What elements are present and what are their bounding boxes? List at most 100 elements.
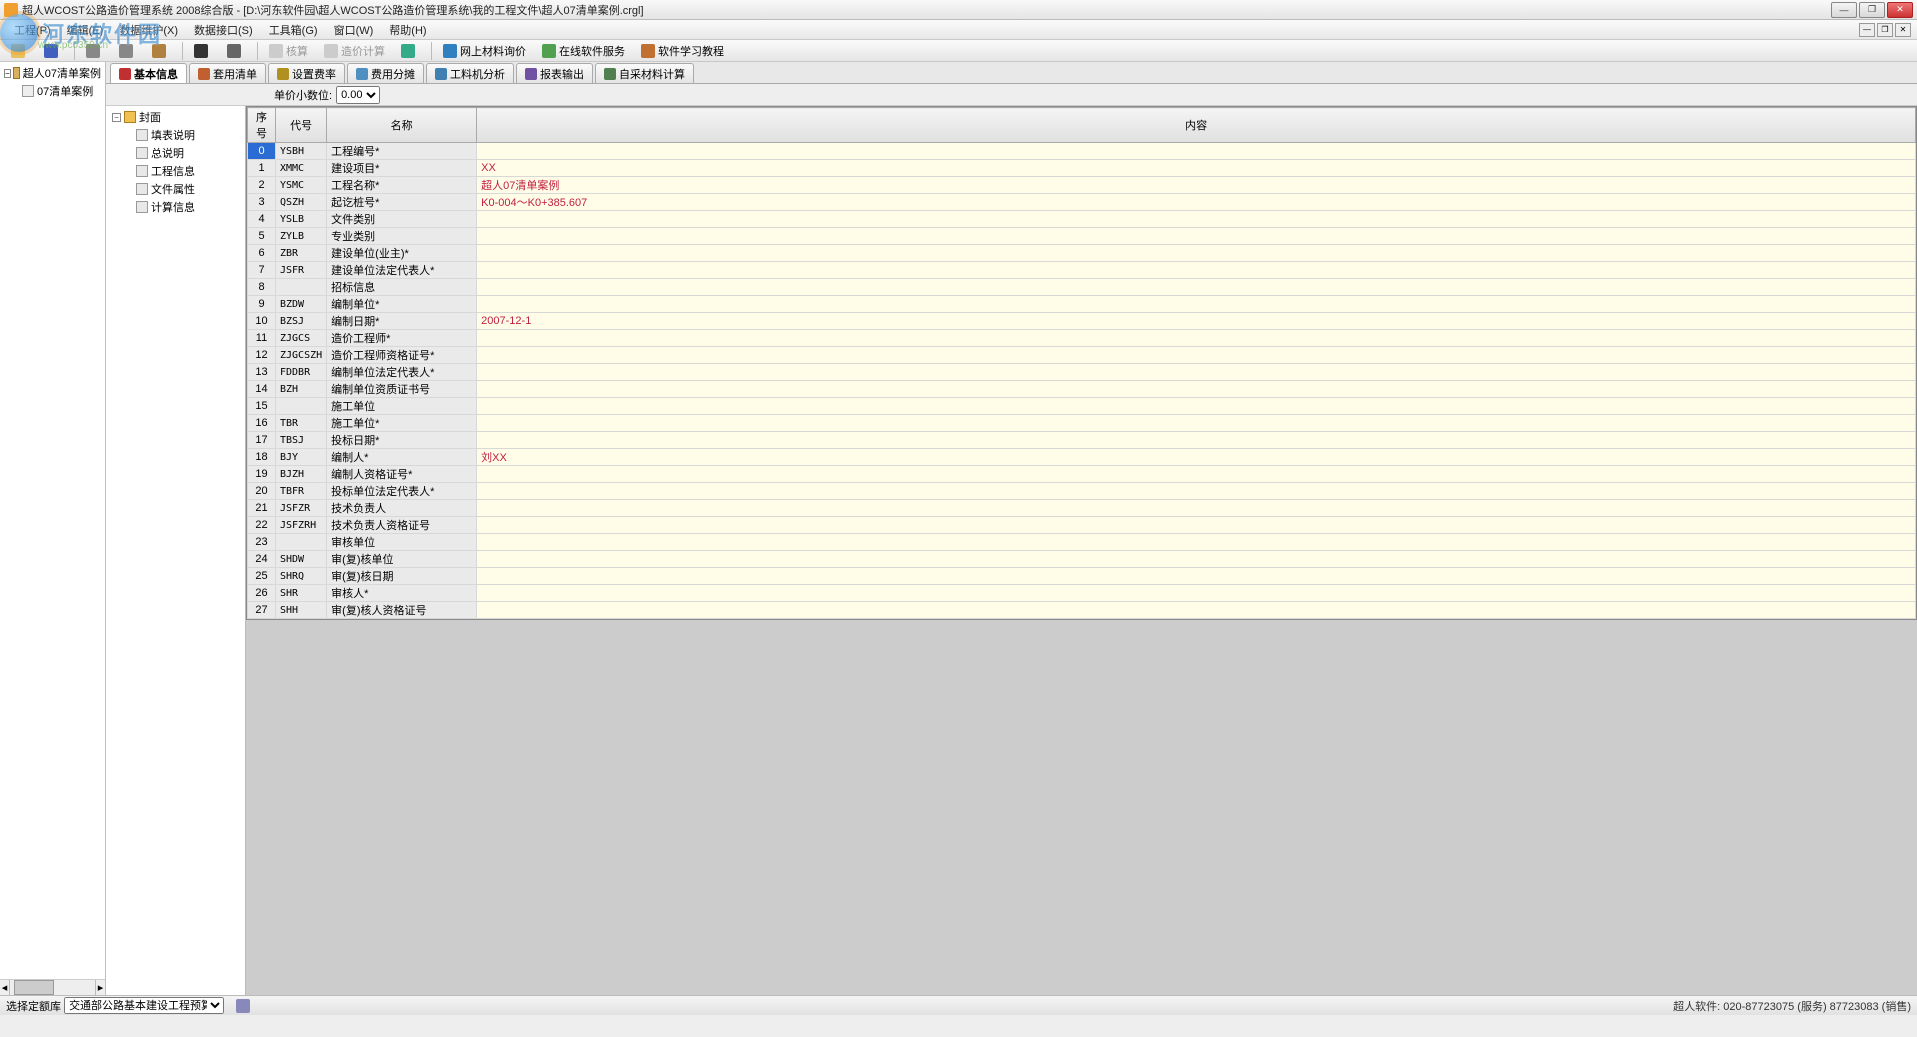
- cell-name[interactable]: 投标日期*: [327, 432, 477, 449]
- table-row[interactable]: 19BJZH编制人资格证号*: [248, 466, 1916, 483]
- cell-content[interactable]: [477, 228, 1916, 245]
- col-seq[interactable]: 序号: [248, 108, 276, 143]
- cell-name[interactable]: 工程编号*: [327, 143, 477, 160]
- cell-content[interactable]: [477, 398, 1916, 415]
- cell-content[interactable]: [477, 143, 1916, 160]
- cell-code[interactable]: BZSJ: [276, 313, 327, 330]
- cell-content[interactable]: [477, 347, 1916, 364]
- cell-name[interactable]: 专业类别: [327, 228, 477, 245]
- table-row[interactable]: 1XMMC建设项目*XX: [248, 160, 1916, 177]
- cell-content[interactable]: [477, 364, 1916, 381]
- cell-content[interactable]: XX: [477, 160, 1916, 177]
- cell-content[interactable]: [477, 415, 1916, 432]
- cell-content[interactable]: [477, 585, 1916, 602]
- table-row[interactable]: 15施工单位: [248, 398, 1916, 415]
- cell-seq[interactable]: 27: [248, 602, 276, 619]
- menu-help[interactable]: 帮助(H): [381, 20, 434, 40]
- cell-name[interactable]: 建设单位(业主)*: [327, 245, 477, 262]
- cell-seq[interactable]: 15: [248, 398, 276, 415]
- cell-code[interactable]: BZH: [276, 381, 327, 398]
- table-row[interactable]: 13FDDBR编制单位法定代表人*: [248, 364, 1916, 381]
- cell-name[interactable]: 造价工程师资格证号*: [327, 347, 477, 364]
- cell-seq[interactable]: 3: [248, 194, 276, 211]
- tb-cut-button[interactable]: [79, 41, 110, 61]
- tb-web-price-button[interactable]: 网上材料询价: [436, 40, 533, 62]
- cell-name[interactable]: 施工单位*: [327, 415, 477, 432]
- tb-tutorial-button[interactable]: 软件学习教程: [634, 40, 731, 62]
- table-row[interactable]: 23审核单位: [248, 534, 1916, 551]
- cell-seq[interactable]: 7: [248, 262, 276, 279]
- cell-content[interactable]: 超人07清单案例: [477, 177, 1916, 194]
- cell-name[interactable]: 编制人*: [327, 449, 477, 466]
- col-name[interactable]: 名称: [327, 108, 477, 143]
- table-row[interactable]: 0YSBH工程编号*: [248, 143, 1916, 160]
- cell-seq[interactable]: 5: [248, 228, 276, 245]
- menu-window[interactable]: 窗口(W): [326, 20, 382, 40]
- cell-name[interactable]: 编制单位资质证书号: [327, 381, 477, 398]
- table-row[interactable]: 10BZSJ编制日期*2007-12-1: [248, 313, 1916, 330]
- table-row[interactable]: 9BZDW编制单位*: [248, 296, 1916, 313]
- cell-seq[interactable]: 4: [248, 211, 276, 228]
- cell-seq[interactable]: 20: [248, 483, 276, 500]
- cell-content[interactable]: [477, 500, 1916, 517]
- cell-name[interactable]: 工程名称*: [327, 177, 477, 194]
- cell-code[interactable]: QSZH: [276, 194, 327, 211]
- cell-name[interactable]: 文件类别: [327, 211, 477, 228]
- tb-print-button[interactable]: [220, 41, 251, 61]
- tab-self-material[interactable]: 自采材料计算: [595, 63, 694, 83]
- cell-seq[interactable]: 25: [248, 568, 276, 585]
- cell-content[interactable]: 2007-12-1: [477, 313, 1916, 330]
- cell-code[interactable]: BZDW: [276, 296, 327, 313]
- cell-content[interactable]: [477, 296, 1916, 313]
- cell-code[interactable]: YSLB: [276, 211, 327, 228]
- cell-name[interactable]: 编制人资格证号*: [327, 466, 477, 483]
- scroll-left-icon[interactable]: ◂: [0, 980, 10, 995]
- cell-seq[interactable]: 12: [248, 347, 276, 364]
- cell-code[interactable]: TBFR: [276, 483, 327, 500]
- data-grid[interactable]: 序号 代号 名称 内容 0YSBH工程编号*1XMMC建设项目*XX2YSMC工…: [246, 106, 1917, 620]
- cell-code[interactable]: YSMC: [276, 177, 327, 194]
- table-row[interactable]: 22JSFZRH技术负责人资格证号: [248, 517, 1916, 534]
- cell-code[interactable]: JSFZR: [276, 500, 327, 517]
- cell-code[interactable]: ZJGCS: [276, 330, 327, 347]
- table-row[interactable]: 5ZYLB专业类别: [248, 228, 1916, 245]
- cell-content[interactable]: [477, 330, 1916, 347]
- menu-toolbox[interactable]: 工具箱(G): [261, 20, 326, 40]
- cell-seq[interactable]: 24: [248, 551, 276, 568]
- tree-child-doc[interactable]: 07清单案例: [2, 82, 103, 100]
- left-scrollbar[interactable]: ◂ ▸: [0, 979, 105, 995]
- cell-code[interactable]: YSBH: [276, 143, 327, 160]
- cell-code[interactable]: [276, 279, 327, 296]
- col-code[interactable]: 代号: [276, 108, 327, 143]
- cell-seq[interactable]: 19: [248, 466, 276, 483]
- cell-content[interactable]: [477, 245, 1916, 262]
- table-row[interactable]: 14BZH编制单位资质证书号: [248, 381, 1916, 398]
- cell-code[interactable]: [276, 534, 327, 551]
- mdi-minimize-button[interactable]: —: [1859, 23, 1875, 37]
- cell-seq[interactable]: 6: [248, 245, 276, 262]
- cell-seq[interactable]: 0: [248, 143, 276, 160]
- cell-name[interactable]: 建设项目*: [327, 160, 477, 177]
- tab-cost-share[interactable]: 费用分摊: [347, 63, 424, 83]
- cell-name[interactable]: 起讫桩号*: [327, 194, 477, 211]
- tb-refresh-button[interactable]: [394, 41, 425, 61]
- cell-seq[interactable]: 22: [248, 517, 276, 534]
- decimal-select[interactable]: 0.00: [336, 86, 380, 104]
- cell-content[interactable]: [477, 381, 1916, 398]
- cell-name[interactable]: 审(复)核日期: [327, 568, 477, 585]
- cover-root[interactable]: −封面: [108, 108, 243, 126]
- cover-item-summary[interactable]: 总说明: [108, 144, 243, 162]
- cover-item-calc-info[interactable]: 计算信息: [108, 198, 243, 216]
- status-icon[interactable]: [236, 999, 250, 1013]
- table-row[interactable]: 12ZJGCSZH造价工程师资格证号*: [248, 347, 1916, 364]
- cell-content[interactable]: [477, 262, 1916, 279]
- cell-seq[interactable]: 13: [248, 364, 276, 381]
- cell-content[interactable]: [477, 466, 1916, 483]
- table-row[interactable]: 18BJY编制人*刘XX: [248, 449, 1916, 466]
- cell-content[interactable]: [477, 551, 1916, 568]
- tab-apply-list[interactable]: 套用清单: [189, 63, 266, 83]
- cell-seq[interactable]: 21: [248, 500, 276, 517]
- tb-calc-button[interactable]: 核算: [262, 40, 315, 62]
- table-row[interactable]: 25SHRQ审(复)核日期: [248, 568, 1916, 585]
- cell-content[interactable]: [477, 517, 1916, 534]
